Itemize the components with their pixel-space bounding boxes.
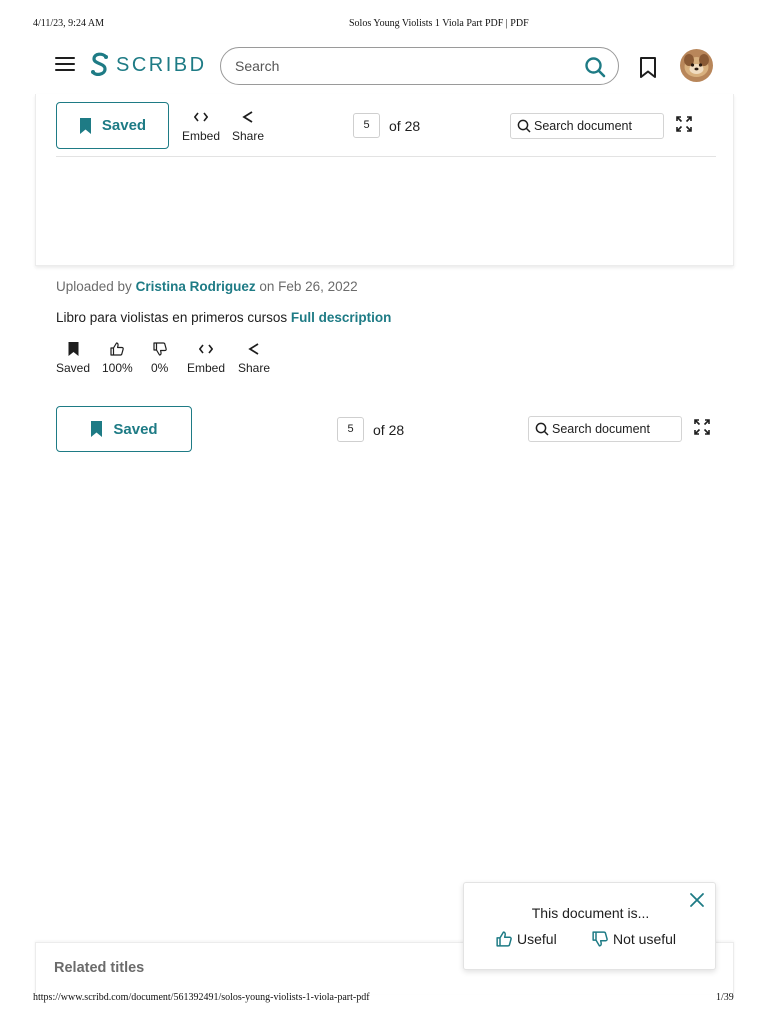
description-text: Libro para violistas en primeros cursos: [56, 310, 288, 325]
bookmark-filled-icon: [91, 421, 103, 437]
logo-text: SCRIBD: [116, 53, 207, 76]
code-icon: [199, 340, 214, 358]
useful-percent: 100%: [102, 361, 133, 375]
search-icon: [517, 119, 531, 133]
search-icon[interactable]: [584, 56, 606, 78]
close-icon[interactable]: [689, 892, 705, 908]
share-icon: [248, 340, 260, 358]
print-page-number: 1/39: [716, 992, 734, 1003]
search-document-label: Search document: [534, 119, 632, 133]
thumbs-up-icon: [110, 340, 125, 358]
fullscreen-icon-secondary[interactable]: [694, 419, 710, 435]
share-action-label: Share: [238, 361, 271, 375]
print-datetime: 4/11/23, 9:24 AM: [33, 18, 105, 29]
search-document-label-secondary: Search document: [552, 422, 650, 436]
not-useful-percent: 0%: [151, 361, 169, 375]
share-label: Share: [232, 129, 265, 143]
thumbs-down-icon: [592, 931, 608, 947]
toolbar-divider: [56, 156, 716, 157]
saved-button-secondary[interactable]: Saved: [56, 406, 192, 452]
page-total-secondary: of 28: [373, 422, 405, 438]
share-button[interactable]: Share: [232, 108, 264, 143]
saved-label-secondary: Saved: [113, 420, 158, 438]
page-total: of 28: [389, 118, 421, 134]
site-search[interactable]: [220, 47, 619, 85]
thumbs-up-icon: [496, 931, 512, 947]
not-useful-button[interactable]: Not useful: [592, 931, 676, 947]
search-document-field-secondary[interactable]: Search document: [528, 416, 682, 442]
saved-action-label: Saved: [56, 361, 91, 375]
upload-date: on Feb 26, 2022: [259, 279, 358, 294]
saved-action[interactable]: Saved: [56, 340, 90, 375]
embed-label: Embed: [182, 129, 221, 143]
page-number-input[interactable]: 5: [353, 113, 380, 138]
not-useful-label: Not useful: [613, 931, 677, 947]
bookmark-filled-icon: [79, 117, 91, 134]
search-document-field[interactable]: Search document: [510, 113, 664, 139]
embed-action-label: Embed: [187, 361, 226, 375]
search-input[interactable]: [235, 56, 575, 76]
share-action[interactable]: Share: [238, 340, 270, 375]
thumbs-down-icon: [153, 340, 167, 358]
fullscreen-icon[interactable]: [676, 116, 692, 132]
feedback-popup: This document is... Useful Not useful: [463, 882, 716, 970]
share-icon: [242, 108, 254, 126]
page-number-input-secondary[interactable]: 5: [337, 417, 364, 442]
bookmark-icon[interactable]: [638, 56, 658, 80]
full-description-link[interactable]: Full description: [291, 310, 392, 325]
useful-button[interactable]: Useful: [496, 931, 557, 947]
saved-button[interactable]: Saved: [56, 102, 169, 149]
print-title: Solos Young Violists 1 Viola Part PDF | …: [349, 18, 529, 29]
related-titles-heading: Related titles: [54, 960, 145, 976]
not-useful-action[interactable]: 0%: [151, 340, 168, 375]
bookmark-filled-icon: [68, 340, 79, 358]
scribd-logo[interactable]: SCRIBD: [90, 51, 207, 79]
embed-action[interactable]: Embed: [187, 340, 225, 375]
useful-label: Useful: [517, 931, 557, 947]
document-description: Libro para violistas en primeros cursos …: [56, 310, 391, 325]
search-icon: [535, 422, 549, 436]
print-url: https://www.scribd.com/document/56139249…: [33, 992, 370, 1003]
saved-label: Saved: [101, 117, 147, 134]
scribd-logo-icon: [91, 52, 108, 76]
code-icon: [194, 108, 209, 126]
uploaded-by-line: Uploaded by Cristina Rodriguez on Feb 26…: [56, 279, 358, 294]
uploaded-prefix: Uploaded by: [56, 279, 132, 294]
uploader-link[interactable]: Cristina Rodriguez: [136, 279, 256, 294]
feedback-title: This document is...: [531, 905, 650, 921]
avatar[interactable]: [680, 49, 713, 82]
embed-button[interactable]: Embed: [182, 108, 220, 143]
useful-action[interactable]: 100%: [102, 340, 133, 375]
menu-icon[interactable]: [55, 57, 75, 73]
